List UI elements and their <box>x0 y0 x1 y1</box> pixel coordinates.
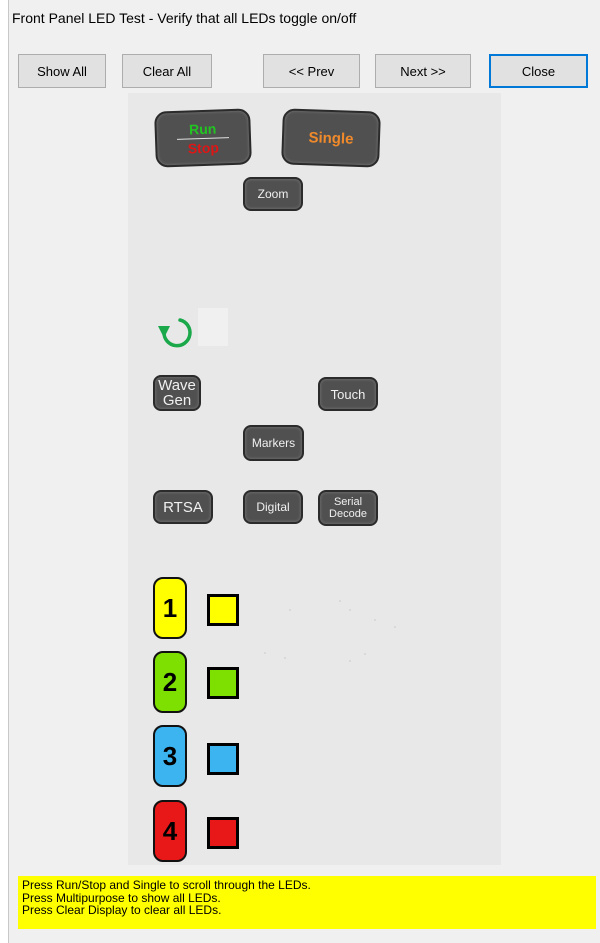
touch-key[interactable]: Touch <box>318 377 378 411</box>
serial-decode-key[interactable]: Serial Decode <box>318 490 378 526</box>
rtsa-key[interactable]: RTSA <box>153 490 213 524</box>
close-button[interactable]: Close <box>489 54 588 88</box>
wave-gen-label-1: Wave <box>158 377 196 394</box>
wave-gen-label-2: Gen <box>162 392 192 409</box>
channel-1-led <box>207 594 239 626</box>
faint-trace-dots <box>264 600 396 662</box>
markers-key[interactable]: Markers <box>243 425 304 461</box>
stop-label: Stop <box>187 138 220 157</box>
zoom-key[interactable]: Zoom <box>243 177 303 211</box>
channel-2-led <box>207 667 239 699</box>
channel-2-key[interactable]: 2 <box>153 651 187 713</box>
window-title: Front Panel LED Test - Verify that all L… <box>12 10 357 26</box>
wave-gen-key[interactable]: Wave Gen <box>153 375 201 411</box>
show-all-button[interactable]: Show All <box>18 54 106 88</box>
channel-4-key[interactable]: 4 <box>153 800 187 862</box>
channel-3-led <box>207 743 239 775</box>
instruction-line-3: Press Clear Display to clear all LEDs. <box>22 903 222 917</box>
channel-3-key[interactable]: 3 <box>153 725 187 787</box>
run-label: Run <box>188 120 217 137</box>
channel-4-led <box>207 817 239 849</box>
instruction-line-1: Press Run/Stop and Single to scroll thro… <box>22 878 311 892</box>
refresh-led <box>198 308 228 346</box>
serial-label-2: Decode <box>329 508 367 520</box>
refresh-arrow-icon <box>155 308 201 348</box>
serial-label-1: Serial <box>333 496 363 508</box>
single-key[interactable]: Single <box>281 108 381 168</box>
clear-all-button[interactable]: Clear All <box>122 54 212 88</box>
run-stop-key[interactable]: Run Stop <box>154 108 252 168</box>
digital-key[interactable]: Digital <box>243 490 303 524</box>
instructions-box: Press Run/Stop and Single to scroll thro… <box>18 876 596 929</box>
prev-button[interactable]: << Prev <box>263 54 360 88</box>
next-button[interactable]: Next >> <box>375 54 471 88</box>
channel-1-key[interactable]: 1 <box>153 577 187 639</box>
